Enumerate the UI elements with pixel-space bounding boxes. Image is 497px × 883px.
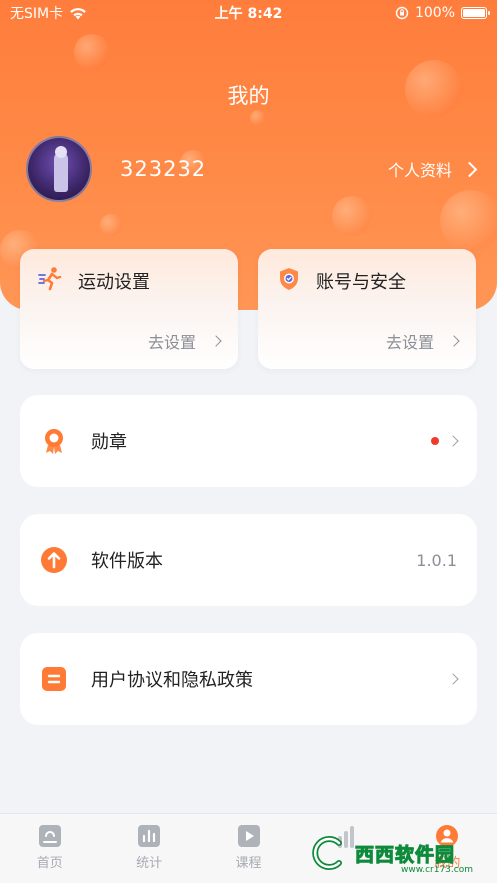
orientation-lock-icon	[395, 6, 409, 20]
battery-percent: 100%	[414, 5, 455, 21]
chevron-right-icon	[448, 335, 460, 347]
badge-label: 勋章	[91, 432, 127, 453]
page-title: 我的	[227, 84, 270, 108]
wifi-icon	[70, 7, 86, 19]
tab-home[interactable]: 首页	[0, 814, 99, 883]
sport-settings-card[interactable]: 运动设置 去设置	[20, 249, 238, 369]
account-security-action[interactable]: 去设置	[385, 329, 460, 353]
profile-link[interactable]: 个人资料	[387, 157, 478, 181]
document-icon	[42, 667, 66, 691]
watermark-logo: 西西软件园 www.cr173.com	[309, 829, 479, 877]
tab-courses[interactable]: 课程	[199, 814, 298, 883]
battery-icon	[461, 7, 490, 19]
account-security-title: 账号与安全	[316, 272, 406, 293]
sport-settings-action-label: 去设置	[147, 333, 196, 352]
security-shield-icon	[280, 268, 298, 290]
watermark-text: 西西软件园	[354, 843, 456, 866]
running-person-icon	[38, 267, 62, 291]
clock: 上午 8:42	[214, 6, 283, 22]
agreement-label: 用户协议和隐私政策	[91, 670, 253, 691]
username: 323232	[120, 157, 207, 181]
sport-settings-title: 运动设置	[78, 272, 150, 293]
chevron-right-icon	[447, 435, 459, 447]
badge-row[interactable]: 勋章	[20, 395, 477, 487]
tab-courses-label: 课程	[235, 856, 262, 871]
tab-home-label: 首页	[36, 856, 63, 871]
chevron-right-icon	[447, 673, 459, 685]
upgrade-arrow-icon	[41, 547, 67, 573]
carrier-label: 无SIM卡	[10, 6, 64, 22]
watermark-url: www.cr173.com	[400, 865, 473, 875]
version-value: 1.0.1	[416, 550, 457, 570]
home-icon	[38, 825, 61, 847]
tab-stats-label: 统计	[136, 856, 163, 871]
profile-link-label: 个人资料	[387, 161, 452, 180]
sport-settings-action[interactable]: 去设置	[147, 329, 222, 353]
medal-icon	[45, 429, 63, 454]
stats-icon	[138, 825, 161, 847]
account-security-card[interactable]: 账号与安全 去设置	[258, 249, 476, 369]
version-label: 软件版本	[91, 551, 163, 572]
status-bar: 无SIM卡 上午 8:42 100%	[0, 0, 497, 26]
tab-stats[interactable]: 统计	[99, 814, 198, 883]
account-security-action-label: 去设置	[385, 333, 434, 352]
play-icon	[237, 825, 260, 847]
new-badge-dot	[431, 437, 439, 445]
agreement-row[interactable]: 用户协议和隐私政策	[20, 633, 477, 725]
chevron-right-icon	[210, 335, 222, 347]
chevron-right-icon	[461, 161, 478, 177]
version-row[interactable]: 软件版本 1.0.1	[20, 514, 477, 606]
watermark-c-icon	[312, 836, 342, 870]
avatar[interactable]	[26, 136, 92, 202]
